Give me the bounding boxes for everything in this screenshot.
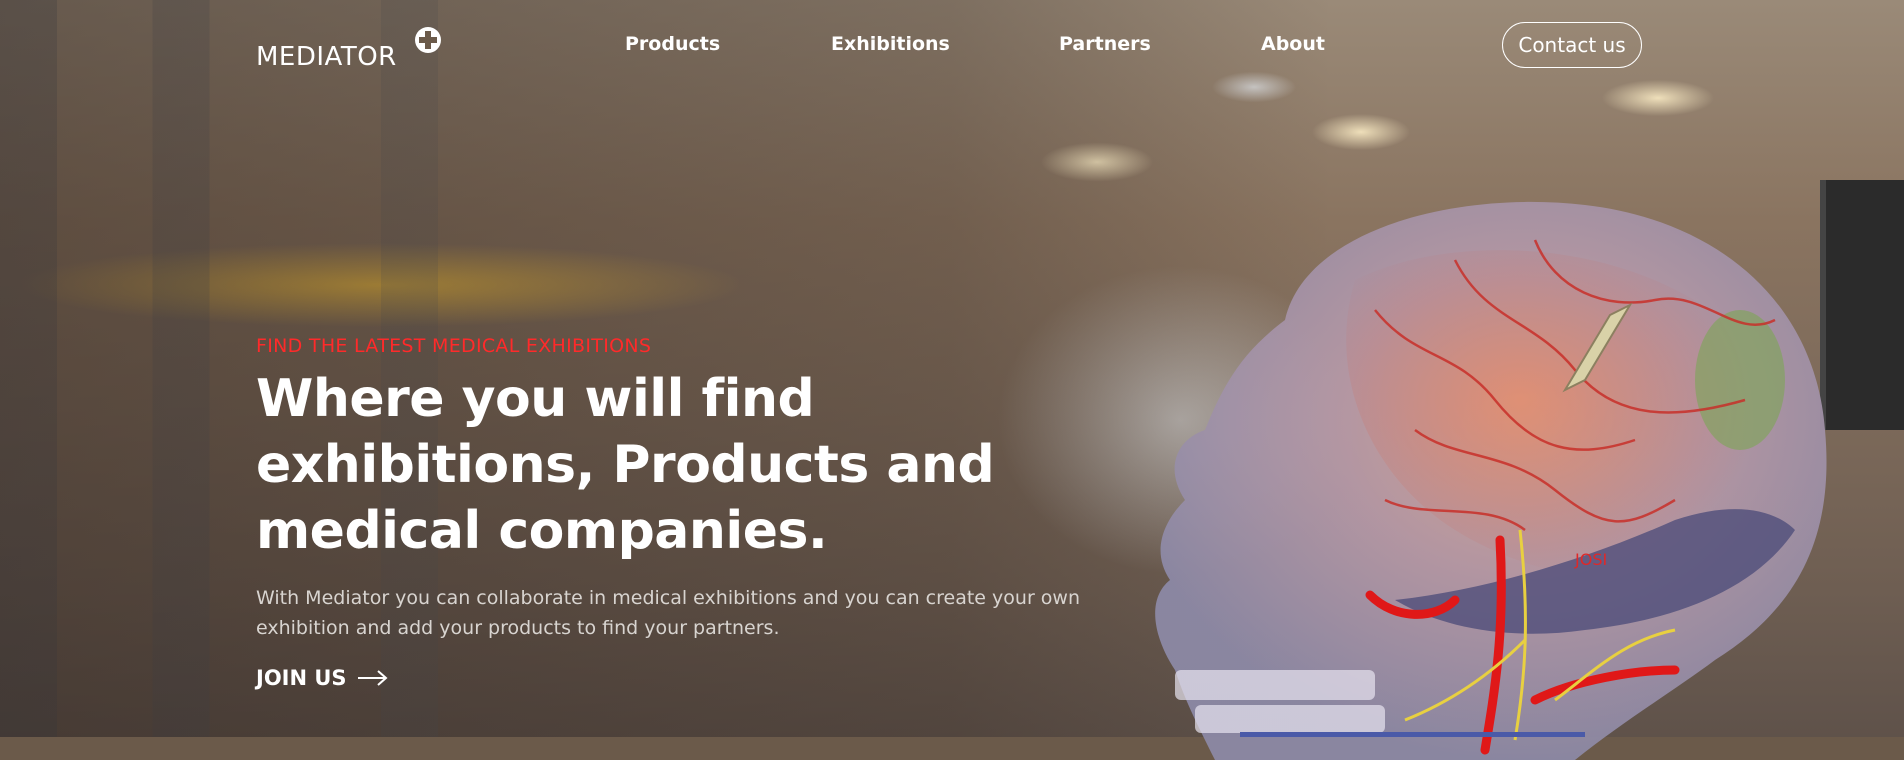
hero-headline: Where you will find exhibitions, Product… [256,369,995,561]
contact-us-button[interactable]: Contact us [1502,22,1642,68]
join-us-link[interactable]: JOIN US [256,666,389,690]
bottom-accent-bar [1240,732,1585,737]
plus-circle-icon [415,27,441,53]
skull-label-text: JOSI [1574,550,1607,569]
arrow-right-icon [357,670,388,686]
brand-logo[interactable]: MEDIATOR [256,26,441,72]
brand-name: MEDIATOR [256,42,397,72]
anatomical-skull-image: JOSI [1155,201,1827,760]
hero-eyebrow: FIND THE LATEST MEDICAL EXHIBITIONS [256,335,652,357]
nav-about[interactable]: About [1261,33,1325,55]
hero-subtext: With Mediator you can collaborate in med… [256,587,1081,639]
nav-partners[interactable]: Partners [1059,33,1151,55]
join-us-label: JOIN US [256,666,347,690]
nav-exhibitions[interactable]: Exhibitions [831,33,950,55]
nav-products[interactable]: Products [625,33,720,55]
